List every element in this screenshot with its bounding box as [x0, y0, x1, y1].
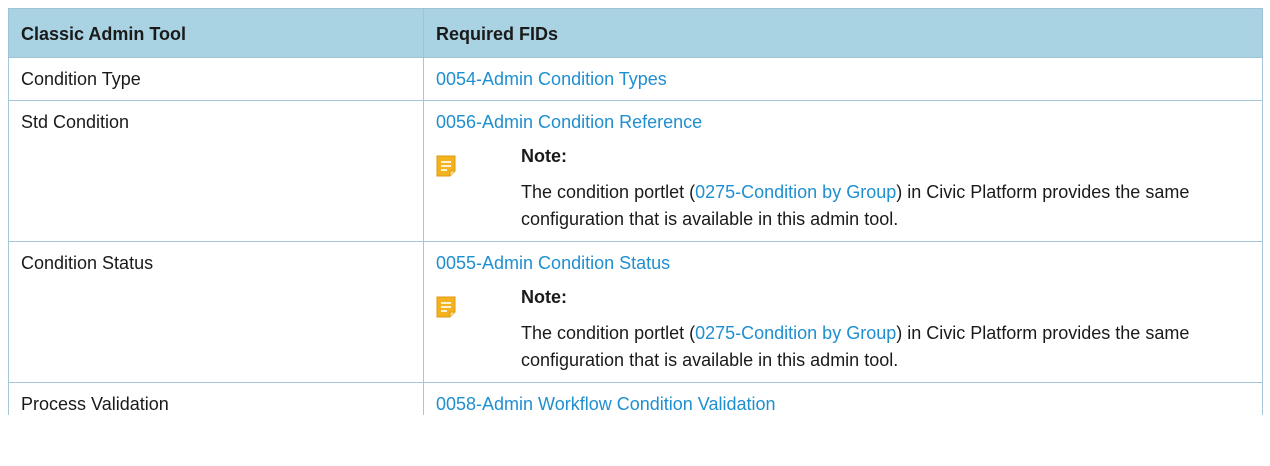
admin-tool-cell: Condition Type	[8, 57, 424, 101]
required-fid-cell: 0056-Admin Condition Reference Note: The…	[423, 100, 1263, 242]
table-row: Condition Status 0055-Admin Condition St…	[8, 241, 1263, 383]
note-block: Note: The condition portlet (0275-Condit…	[436, 286, 1250, 374]
note-icon	[436, 296, 456, 318]
note-body: The condition portlet (0275-Condition by…	[521, 179, 1250, 233]
fid-link[interactable]: 0054-Admin Condition Types	[436, 69, 667, 89]
table-row: Condition Type 0054-Admin Condition Type…	[8, 57, 1263, 101]
header-classic-admin-tool: Classic Admin Tool	[8, 8, 424, 58]
required-fid-cell: 0055-Admin Condition Status Note: The co…	[423, 241, 1263, 383]
note-text-before: The condition portlet (	[521, 323, 696, 343]
admin-tool-cell: Std Condition	[8, 100, 424, 242]
note-title: Note:	[521, 287, 567, 307]
note-text-before: The condition portlet (	[521, 182, 696, 202]
admin-tool-cell: Condition Status	[8, 241, 424, 383]
note-block: Note: The condition portlet (0275-Condit…	[436, 145, 1250, 233]
note-icon	[436, 155, 456, 177]
table-row: Std Condition 0056-Admin Condition Refer…	[8, 100, 1263, 242]
required-fid-cell: 0054-Admin Condition Types	[423, 57, 1263, 101]
condition-by-group-link[interactable]: 0275-Condition by Group	[695, 182, 896, 202]
admin-tool-cell: Process Validation	[8, 382, 424, 415]
note-title: Note:	[521, 146, 567, 166]
table-header-row: Classic Admin Tool Required FIDs	[8, 8, 1263, 58]
header-required-fids: Required FIDs	[423, 8, 1263, 58]
fid-link[interactable]: 0055-Admin Condition Status	[436, 253, 670, 273]
required-fid-cell: 0058-Admin Workflow Condition Validation	[423, 382, 1263, 415]
condition-by-group-link[interactable]: 0275-Condition by Group	[695, 323, 896, 343]
note-body: The condition portlet (0275-Condition by…	[521, 320, 1250, 374]
table-row: Process Validation 0058-Admin Workflow C…	[8, 382, 1263, 415]
fid-link[interactable]: 0056-Admin Condition Reference	[436, 112, 702, 132]
required-fids-table: Classic Admin Tool Required FIDs Conditi…	[8, 8, 1263, 415]
fid-link[interactable]: 0058-Admin Workflow Condition Validation	[436, 394, 776, 414]
